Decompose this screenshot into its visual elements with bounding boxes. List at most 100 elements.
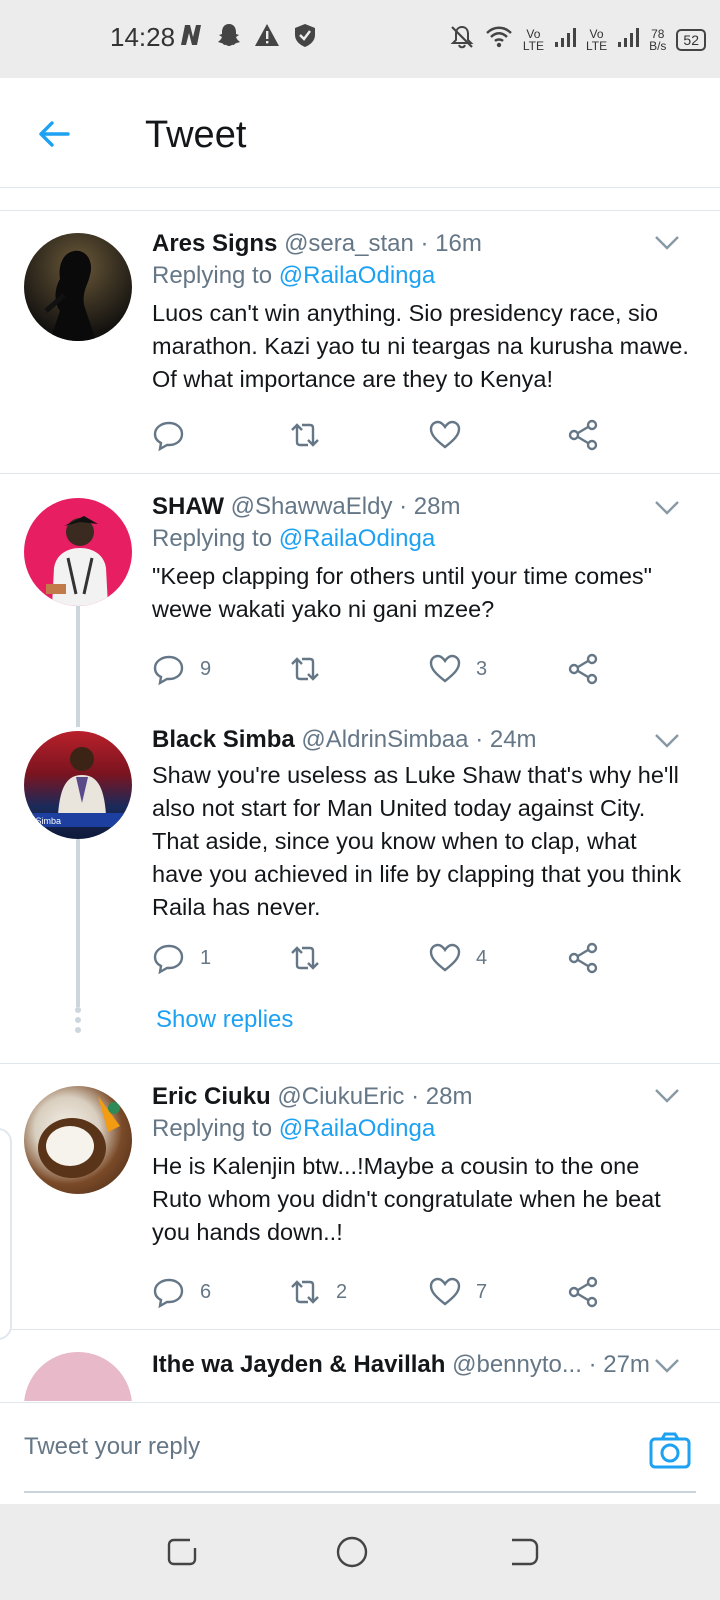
tweet[interactable]: SHAW @ShawwaEldy · 28m Replying to @Rail… bbox=[0, 474, 720, 694]
share-button[interactable] bbox=[566, 649, 600, 689]
tweet[interactable]: Ithe wa Jayden & Havillah @bennyto... · … bbox=[0, 1330, 720, 1401]
retweet-icon bbox=[291, 423, 319, 447]
avatar[interactable] bbox=[24, 1086, 132, 1194]
share-icon bbox=[568, 419, 598, 451]
heart-icon bbox=[429, 654, 461, 683]
notification-icons bbox=[178, 22, 318, 48]
like-count: 3 bbox=[476, 657, 488, 680]
share-button[interactable] bbox=[566, 938, 600, 978]
home-button[interactable] bbox=[334, 1534, 370, 1570]
show-replies-link[interactable]: Show replies bbox=[156, 1006, 293, 1034]
reply-button[interactable]: 9 bbox=[152, 649, 211, 689]
tweet-meta: Ithe wa Jayden & Havillah @bennyto... · … bbox=[152, 1350, 690, 1380]
tweet-text: Luos can't win anything. Sio presidency … bbox=[152, 300, 689, 392]
retweet-count: 2 bbox=[336, 1280, 348, 1303]
like-button[interactable]: 3 bbox=[428, 649, 487, 689]
tweet[interactable]: Eric Ciuku @CiukuEric · 28m Replying to … bbox=[0, 1064, 720, 1329]
battery-indicator: 52 bbox=[676, 28, 706, 51]
page-title: Tweet bbox=[145, 114, 247, 156]
tweet-meta: SHAW @ShawwaEldy · 28m bbox=[152, 492, 690, 522]
tweet[interactable]: a Simba Black Simba @AldrinSimbaa · 24m … bbox=[0, 711, 720, 1061]
reply-button[interactable] bbox=[152, 415, 200, 455]
like-button[interactable] bbox=[428, 415, 476, 455]
camera-button[interactable] bbox=[648, 1429, 692, 1473]
author-name[interactable]: Black Simba bbox=[152, 726, 295, 753]
app-header: Tweet bbox=[0, 78, 720, 188]
retweet-button[interactable] bbox=[288, 415, 336, 455]
tweet-meta: Black Simba @AldrinSimbaa · 24m bbox=[152, 725, 690, 755]
snapchat-icon bbox=[216, 22, 242, 48]
author-name[interactable]: Eric Ciuku bbox=[152, 1083, 271, 1110]
recents-button[interactable] bbox=[164, 1534, 200, 1570]
reply-button[interactable]: 1 bbox=[152, 938, 211, 978]
reply-input[interactable]: Tweet your reply bbox=[24, 1433, 200, 1461]
retweet-button[interactable] bbox=[288, 649, 336, 689]
like-count: 7 bbox=[476, 1280, 488, 1303]
avatar[interactable] bbox=[24, 498, 132, 606]
tweet-menu-button[interactable] bbox=[654, 733, 680, 749]
tweet-menu-button[interactable] bbox=[654, 1358, 680, 1374]
heart-icon bbox=[429, 1277, 461, 1306]
signal-icon-1 bbox=[554, 26, 576, 53]
replying-to: Replying to @RailaOdinga bbox=[152, 522, 690, 556]
author-handle[interactable]: @AldrinSimbaa bbox=[301, 726, 468, 753]
avatar[interactable] bbox=[24, 1352, 132, 1401]
tweet-text: He is Kalenjin btw...!Maybe a cousin to … bbox=[152, 1153, 661, 1245]
replying-to-label: Replying to bbox=[152, 1115, 273, 1142]
author-handle[interactable]: @sera_stan bbox=[284, 230, 414, 257]
arrow-left-icon bbox=[39, 121, 70, 147]
author-handle[interactable]: @ShawwaEldy bbox=[231, 493, 393, 520]
share-button[interactable] bbox=[566, 1272, 600, 1312]
tweet-text: Shaw you're useless as Luke Shaw that's … bbox=[152, 762, 682, 920]
tweet-menu-button[interactable] bbox=[654, 235, 680, 251]
tweet-actions: 6 2 7 bbox=[152, 1272, 632, 1312]
reply-underline bbox=[24, 1491, 696, 1493]
author-name[interactable]: Ares Signs bbox=[152, 230, 277, 257]
tweet[interactable]: Ares Signs @sera_stan · 16m Replying to … bbox=[0, 211, 720, 473]
tweet-menu-button[interactable] bbox=[654, 500, 680, 516]
mention-link[interactable]: @RailaOdinga bbox=[279, 1115, 435, 1142]
back-button[interactable] bbox=[34, 114, 74, 154]
author-handle[interactable]: @bennyto... bbox=[452, 1351, 582, 1378]
volte-2: Vo LTE bbox=[586, 28, 607, 52]
tweet-content: Eric Ciuku @CiukuEric · 28m Replying to … bbox=[152, 1082, 690, 1249]
mute-icon bbox=[449, 24, 475, 55]
retweet-button[interactable]: 2 bbox=[288, 1272, 347, 1312]
author-handle[interactable]: @CiukuEric bbox=[277, 1083, 404, 1110]
author-name[interactable]: SHAW bbox=[152, 493, 224, 520]
net-speed: 78 B/s bbox=[649, 28, 666, 52]
tweet-time: · 28m bbox=[411, 1083, 473, 1110]
tweet-time: · 27m bbox=[588, 1351, 650, 1378]
tweet-meta: Ares Signs @sera_stan · 16m bbox=[152, 229, 690, 259]
retweet-button[interactable] bbox=[288, 938, 336, 978]
reply-count: 6 bbox=[200, 1280, 212, 1303]
reply-count: 9 bbox=[200, 657, 212, 680]
chevron-down-icon bbox=[655, 501, 679, 515]
warning-icon bbox=[254, 22, 280, 48]
edge-panel-handle[interactable] bbox=[0, 1128, 12, 1340]
reply-count: 1 bbox=[200, 946, 212, 969]
back-nav-button[interactable] bbox=[506, 1534, 542, 1570]
tweet-menu-button[interactable] bbox=[654, 1088, 680, 1104]
avatar[interactable] bbox=[24, 233, 132, 341]
like-count: 4 bbox=[476, 946, 488, 969]
author-name[interactable]: Ithe wa Jayden & Havillah bbox=[152, 1351, 445, 1378]
tweet-actions bbox=[152, 415, 632, 455]
replying-to-label: Replying to bbox=[152, 525, 273, 552]
net-speed-unit: B/s bbox=[649, 38, 667, 53]
tweet-time: · 16m bbox=[420, 230, 482, 257]
replying-to: Replying to @RailaOdinga bbox=[152, 1112, 690, 1146]
tweet-content: Ithe wa Jayden & Havillah @bennyto... · … bbox=[152, 1350, 690, 1380]
share-icon bbox=[568, 942, 598, 974]
avatar-caption: a Simba bbox=[28, 816, 61, 826]
share-button[interactable] bbox=[566, 415, 600, 455]
chevron-down-icon bbox=[655, 1359, 679, 1373]
chevron-down-icon bbox=[655, 1089, 679, 1103]
like-button[interactable]: 4 bbox=[428, 938, 487, 978]
avatar[interactable]: a Simba bbox=[24, 731, 132, 839]
mention-link[interactable]: @RailaOdinga bbox=[279, 525, 435, 552]
back-nav-icon bbox=[512, 1538, 539, 1566]
like-button[interactable]: 7 bbox=[428, 1272, 487, 1312]
reply-button[interactable]: 6 bbox=[152, 1272, 211, 1312]
mention-link[interactable]: @RailaOdinga bbox=[279, 262, 435, 289]
